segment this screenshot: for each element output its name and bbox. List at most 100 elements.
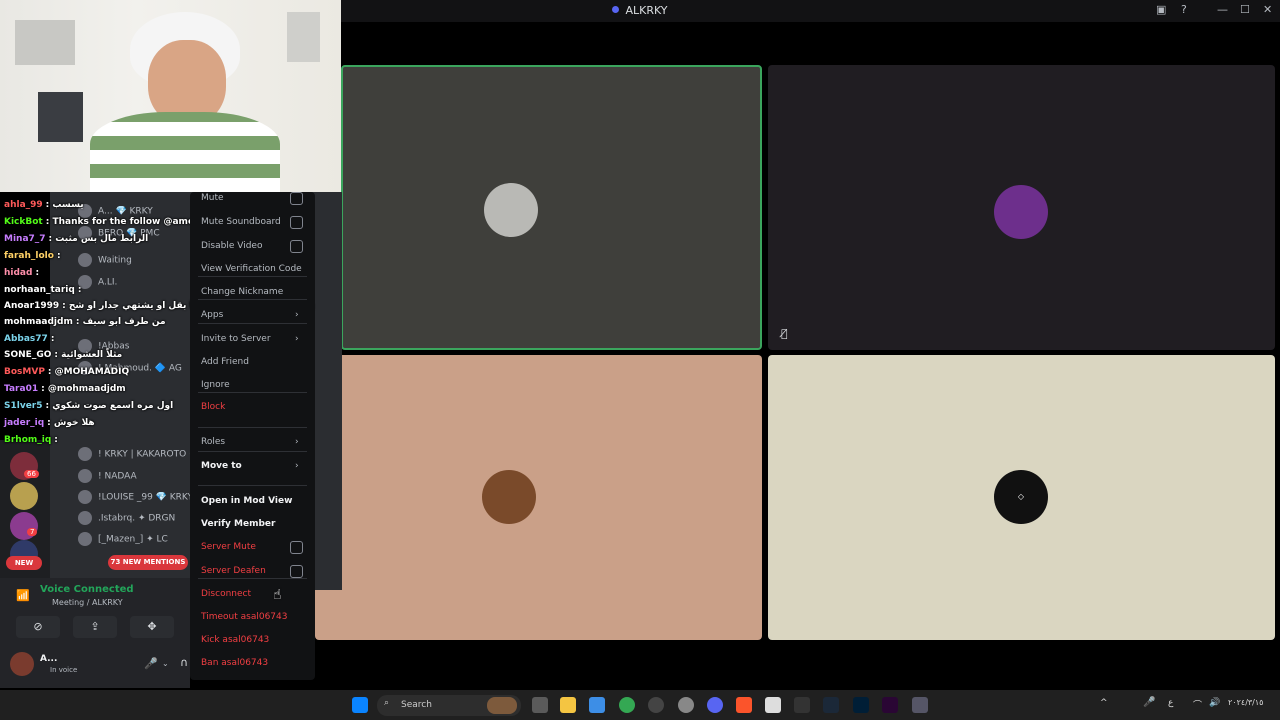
member-list-item[interactable]: .Istabrq. ✦ DRGN	[78, 511, 175, 531]
app-icon[interactable]	[765, 697, 781, 713]
participant-tile[interactable]: ◇	[768, 355, 1275, 640]
task-view-icon[interactable]	[532, 697, 548, 713]
close-button[interactable]: ✕	[1263, 3, 1272, 16]
chat-message: S1lver5: اول مره اسمع صوت شكوي	[4, 401, 173, 411]
chat-separator: :	[75, 317, 83, 327]
voice-channel[interactable]: Meeting / ALKRKY	[52, 598, 123, 607]
menu-separator	[198, 276, 307, 277]
maximize-button[interactable]: ☐	[1240, 3, 1250, 16]
photoshop-icon[interactable]	[853, 697, 869, 713]
context-menu-item[interactable]: Move to	[201, 461, 242, 471]
context-menu-item[interactable]: Mute Soundboard	[201, 217, 281, 227]
chat-text: @mohmaadjdm	[47, 384, 126, 394]
avatar[interactable]	[10, 652, 34, 676]
chat-username: farah_lolo	[4, 251, 54, 261]
camera-off-icon[interactable]: ⊘	[16, 616, 60, 638]
activities-button[interactable]: ✥	[130, 616, 174, 638]
context-menu-item[interactable]: Roles	[201, 437, 225, 447]
clock-date[interactable]: ٢٠٢٤/٣/١٥	[1228, 698, 1263, 707]
signal-icon[interactable]: 📶	[16, 589, 30, 602]
new-unreads-pill[interactable]: NEW	[6, 556, 42, 570]
checkbox[interactable]	[290, 240, 303, 253]
context-menu-item[interactable]: Open in Mod View	[201, 496, 292, 506]
member-list-item[interactable]: Waiting	[78, 253, 132, 273]
menu-separator	[198, 578, 307, 579]
checkbox[interactable]	[290, 192, 303, 205]
context-menu-item[interactable]: Kick asal06743	[201, 635, 269, 645]
context-menu-item[interactable]: Mute	[201, 193, 224, 203]
context-menu-item[interactable]: Add Friend	[201, 357, 249, 367]
member-list-item[interactable]: ! NADAA	[78, 469, 137, 489]
checkbox[interactable]	[290, 541, 303, 554]
brave-icon[interactable]	[736, 697, 752, 713]
webcam-overlay	[0, 0, 341, 192]
chat-separator: :	[50, 334, 55, 344]
chat-message: norhaan_tariq:	[4, 285, 81, 295]
award-plaque	[15, 20, 75, 65]
voice-status[interactable]: Voice Connected	[40, 584, 134, 595]
capcut-icon[interactable]	[794, 697, 810, 713]
participant-tile[interactable]	[341, 65, 762, 350]
server-icon[interactable]	[10, 482, 38, 510]
checkbox[interactable]	[290, 216, 303, 229]
screen-share-icon[interactable]: ▣	[1156, 3, 1166, 16]
chat-message: ahla_99: يسسب	[4, 200, 84, 210]
user-context-menu: Mute Mute Soundboard Disable Video View Ver…	[190, 192, 315, 680]
chevron-up-icon[interactable]: ^	[1100, 698, 1108, 708]
steam-icon[interactable]	[823, 697, 839, 713]
context-menu-item[interactable]: Timeout asal06743	[201, 612, 287, 622]
participant-tile[interactable]	[315, 355, 762, 640]
taskbar-search[interactable]: ⌕ Search	[377, 695, 521, 716]
new-mentions-banner[interactable]: 73 NEW MENTIONS	[108, 555, 188, 570]
member-list-item[interactable]: !LOUISE _99 💎 KRKY	[78, 490, 193, 510]
chrome-icon[interactable]	[619, 697, 635, 713]
context-menu-item[interactable]: Block	[201, 402, 225, 412]
app-icon[interactable]	[912, 697, 928, 713]
context-menu-item[interactable]: Disable Video	[201, 241, 262, 251]
context-menu-item[interactable]: Disconnect	[201, 589, 251, 599]
language-indicator[interactable]: ع	[1168, 698, 1173, 708]
menu-separator	[198, 427, 307, 428]
network-icon[interactable]: ⌒	[1193, 698, 1202, 711]
mention-badge: 7	[27, 528, 38, 536]
checkbox[interactable]	[290, 565, 303, 578]
app-icon[interactable]	[648, 697, 664, 713]
chat-message: Tara01: @mohmaadjdm	[4, 384, 126, 394]
microphone-icon[interactable]: 🎤	[144, 657, 158, 670]
discord-icon[interactable]	[707, 697, 723, 713]
minimize-button[interactable]: —	[1217, 3, 1228, 16]
member-name: A... 💎 KRKY	[98, 206, 153, 217]
context-menu-item[interactable]: View Verification Code	[201, 264, 302, 274]
file-explorer-icon[interactable]	[560, 697, 576, 713]
context-menu-item[interactable]: Verify Member	[201, 519, 275, 529]
volume-icon[interactable]: 🔊	[1209, 698, 1220, 708]
premiere-icon[interactable]	[882, 697, 898, 713]
help-icon[interactable]: ?	[1181, 3, 1187, 16]
context-menu-item[interactable]: Server Mute	[201, 542, 256, 552]
chat-separator: :	[54, 435, 58, 445]
settings-icon[interactable]	[678, 697, 694, 713]
avatar	[78, 469, 92, 483]
store-icon[interactable]	[589, 697, 605, 713]
context-menu-item[interactable]: Change Nickname	[201, 287, 283, 297]
mention-badge: 66	[24, 470, 39, 478]
context-menu-item[interactable]: Server Deafen	[201, 566, 266, 576]
voice-panel: 📶 Voice Connected Meeting / ALKRKY ⊘ ⇪ ✥…	[0, 578, 190, 688]
context-menu-item[interactable]: Ignore	[201, 380, 230, 390]
chevron-down-icon[interactable]: ⌄	[162, 659, 169, 668]
context-menu-item[interactable]: Apps	[201, 310, 223, 320]
participant-tile[interactable]: 🎙̸	[768, 65, 1275, 350]
screen-share-button[interactable]: ⇪	[73, 616, 117, 638]
member-list-item[interactable]: ! KRKY | KAKAROTO ✦	[78, 447, 197, 467]
context-menu-item[interactable]: Invite to Server	[201, 334, 271, 344]
member-list-item[interactable]: [_Mazen_] ✦ LC	[78, 532, 168, 552]
search-icon: ⌕	[384, 698, 390, 708]
menu-separator	[198, 323, 307, 324]
windows-start-icon[interactable]	[352, 697, 368, 713]
context-menu-item[interactable]: Ban asal06743	[201, 658, 268, 668]
member-list-item[interactable]: A.LI.	[78, 275, 117, 295]
chat-message: SONE_GO: مثلاً العشوائية	[4, 350, 122, 360]
headphones-icon[interactable]: ∩	[180, 656, 188, 669]
user-name[interactable]: A...	[40, 654, 57, 664]
microphone-icon[interactable]: 🎤	[1143, 697, 1155, 708]
